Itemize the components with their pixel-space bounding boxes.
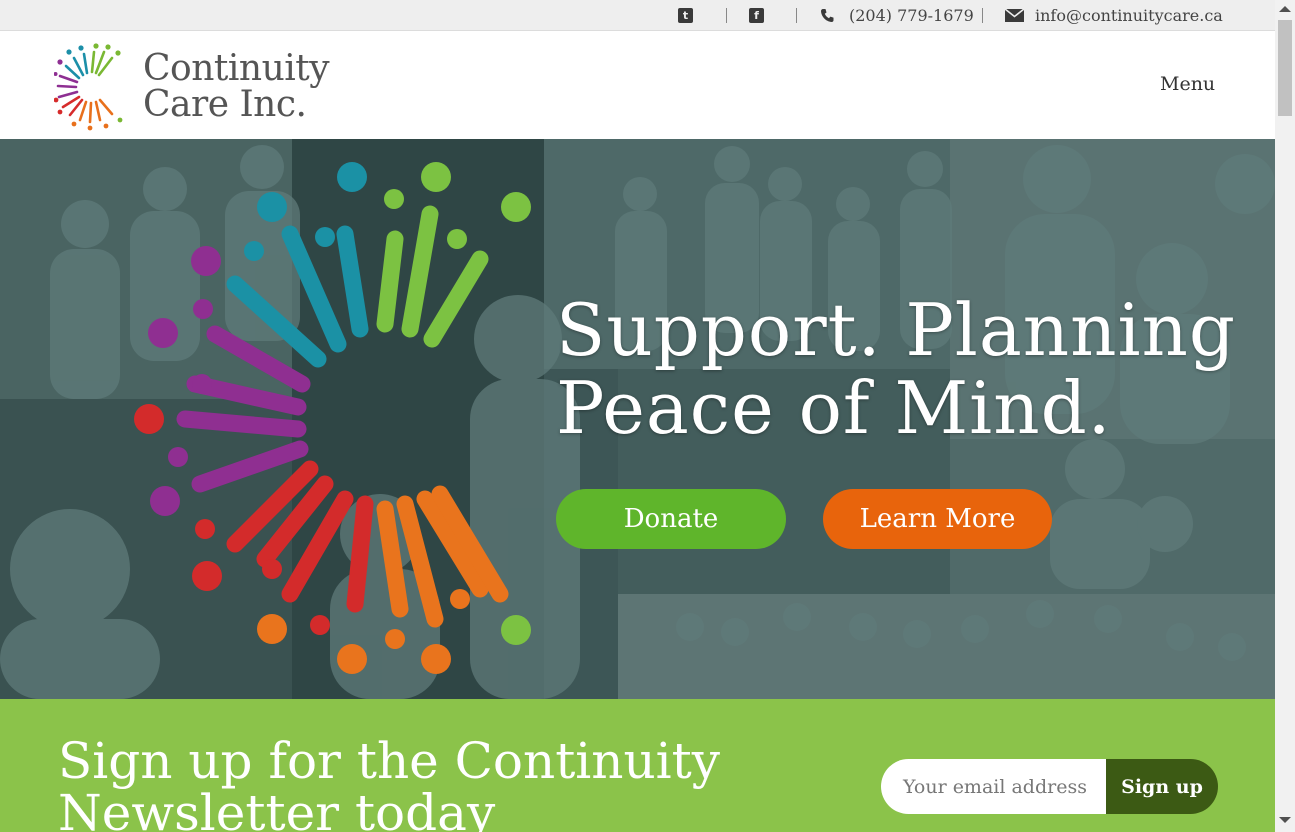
hero-headline: Support. Planning Peace of Mind. [556, 291, 1236, 447]
brand-line-2: Care Inc. [143, 84, 307, 125]
newsletter-title-line-2: Newsletter today [58, 784, 496, 832]
divider [796, 8, 797, 23]
envelope-icon [1005, 9, 1024, 22]
scroll-thumb[interactable] [1278, 20, 1292, 116]
scroll-up-arrow-icon[interactable] [1279, 6, 1291, 12]
facebook-link[interactable]: f [749, 0, 764, 31]
menu-button[interactable]: Menu [1160, 73, 1215, 95]
twitter-link[interactable]: t [678, 0, 693, 31]
newsletter-title: Sign up for the Continuity Newsletter to… [58, 735, 720, 832]
headline-line-1: Support. Planning [556, 288, 1236, 372]
divider [982, 8, 983, 23]
email-placeholder: Your email address [903, 775, 1087, 798]
phone-icon [821, 9, 834, 22]
divider [726, 8, 727, 23]
email-input[interactable]: Your email address [881, 759, 1106, 814]
top-utility-bar: t f (204) 779-1679 info@continuitycare.c… [0, 0, 1275, 31]
page-scrollbar[interactable] [1275, 0, 1295, 832]
facebook-icon: f [749, 8, 764, 23]
brand-line-1: Continuity [143, 48, 330, 89]
newsletter-section: Sign up for the Continuity Newsletter to… [0, 699, 1275, 832]
hero-banner: Support. Planning Peace of Mind. Donate … [0, 139, 1275, 699]
headline-line-2: Peace of Mind. [556, 366, 1112, 450]
newsletter-title-line-1: Sign up for the Continuity [58, 732, 721, 790]
learn-more-button[interactable]: Learn More [823, 489, 1052, 549]
scroll-down-arrow-icon[interactable] [1279, 817, 1291, 823]
twitter-icon: t [678, 8, 693, 23]
phone-number: (204) 779-1679 [849, 6, 974, 25]
brand-name[interactable]: Continuity Care Inc. [143, 48, 330, 125]
donate-button[interactable]: Donate [556, 489, 786, 549]
email-address: info@continuitycare.ca [1035, 6, 1223, 25]
email-link[interactable]: info@continuitycare.ca [1005, 0, 1223, 31]
logo-mark[interactable] [54, 40, 128, 132]
phone-link[interactable]: (204) 779-1679 [820, 0, 974, 31]
signup-button[interactable]: Sign up [1106, 759, 1218, 814]
site-header: Continuity Care Inc. Menu [0, 31, 1275, 139]
